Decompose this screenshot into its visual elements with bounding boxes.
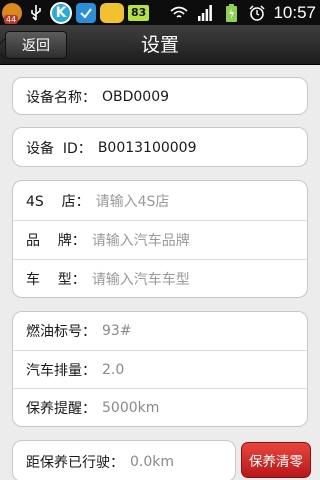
device-id-label: 设备 ID： xyxy=(26,141,92,157)
device-name-card: 设备名称： OBD0009 xyxy=(12,77,308,115)
notification-badge-icon: 44 xyxy=(2,2,22,24)
distance-row: 距保养已行驶： 0.0km xyxy=(13,441,235,480)
wifi-icon xyxy=(169,3,189,23)
maintenance-reminder-value[interactable]: 5000km xyxy=(102,400,159,416)
car-info-card: 4S 店： 请输入4S店 品 牌： 请输入汽车品牌 车 型： 请输入汽车车型 xyxy=(12,180,308,298)
device-name-value: OBD0009 xyxy=(102,88,170,105)
device-id-row: 设备 ID： B0013100009 xyxy=(13,128,307,168)
brand-label: 品 牌： xyxy=(26,233,86,249)
store-input[interactable]: 请输入4S店 xyxy=(96,191,170,211)
store-row[interactable]: 4S 店： 请输入4S店 xyxy=(13,181,307,220)
device-id-value: B0013100009 xyxy=(97,140,197,156)
game-notification-icon xyxy=(100,2,124,23)
displacement-label: 汽车排量： xyxy=(26,362,96,379)
notification-count: 44 xyxy=(4,14,19,24)
clock-time: 10:57 xyxy=(273,2,316,22)
maintenance-reminder-label: 保养提醒： xyxy=(26,400,96,417)
battery-charging-icon xyxy=(221,3,241,23)
displacement-row[interactable]: 汽车排量： 2.0 xyxy=(13,350,307,388)
device-name-label: 设备名称： xyxy=(26,89,96,106)
maintenance-reminder-row[interactable]: 保养提醒： 5000km xyxy=(13,388,307,426)
device-name-row: 设备名称： OBD0009 xyxy=(13,78,307,115)
brand-input[interactable]: 请输入汽车品牌 xyxy=(92,230,190,250)
device-id-card: 设备 ID： B0013100009 xyxy=(12,127,308,167)
distance-value: 0.0km xyxy=(130,454,175,470)
distance-card: 距保养已行驶： 0.0km xyxy=(12,440,236,480)
fuel-grade-row[interactable]: 燃油标号： 93# xyxy=(13,312,307,350)
signal-icon xyxy=(195,3,215,23)
status-bar: 44 K 83 10:57 xyxy=(0,0,320,25)
model-label: 车 型： xyxy=(26,272,86,288)
fuel-grade-label: 燃油标号： xyxy=(26,324,96,340)
specs-card: 燃油标号： 93# 汽车排量： 2.0 保养提醒： 5000km xyxy=(12,311,308,427)
app-notification-icon xyxy=(76,2,96,23)
k-app-icon: K xyxy=(50,1,72,24)
store-label: 4S 店： xyxy=(26,193,90,210)
displacement-value[interactable]: 2.0 xyxy=(102,362,124,378)
back-button[interactable]: 返回 xyxy=(5,31,67,59)
model-input[interactable]: 请输入汽车车型 xyxy=(92,269,190,289)
usb-icon xyxy=(26,3,46,23)
distance-label: 距保养已行驶： xyxy=(26,455,124,471)
model-row[interactable]: 车 型： 请输入汽车车型 xyxy=(13,259,307,298)
alarm-icon xyxy=(247,3,267,23)
title-bar: 返回 设置 xyxy=(0,25,320,65)
battery-level-icon: 83 xyxy=(128,4,150,21)
back-button-label: 返回 xyxy=(22,38,50,54)
maintenance-clear-button[interactable]: 保养清零 xyxy=(241,442,311,478)
brand-row[interactable]: 品 牌： 请输入汽车品牌 xyxy=(13,220,307,259)
fuel-grade-value[interactable]: 93# xyxy=(102,323,132,339)
